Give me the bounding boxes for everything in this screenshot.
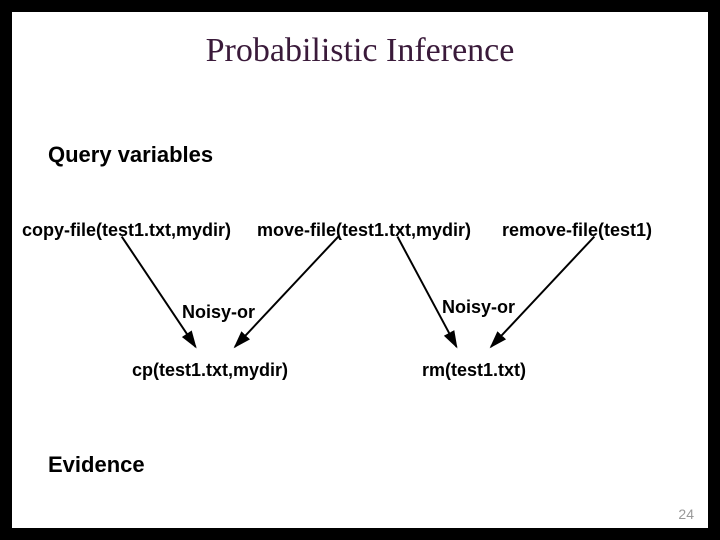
evidence-label: Evidence (48, 452, 145, 478)
query-variables-label: Query variables (48, 142, 213, 168)
node-copy-file: copy-file(test1.txt,mydir) (22, 220, 231, 241)
page-number: 24 (678, 506, 694, 522)
slide-frame: Probabilistic Inference Query variables … (8, 8, 712, 532)
noisy-or-right: Noisy-or (442, 297, 515, 318)
node-move-file: move-file(test1.txt,mydir) (257, 220, 471, 241)
node-remove-file: remove-file(test1) (502, 220, 652, 241)
arrow-layer (12, 12, 708, 528)
node-rm: rm(test1.txt) (422, 360, 526, 381)
noisy-or-left: Noisy-or (182, 302, 255, 323)
node-cp: cp(test1.txt,mydir) (132, 360, 288, 381)
slide-title: Probabilistic Inference (12, 32, 708, 70)
